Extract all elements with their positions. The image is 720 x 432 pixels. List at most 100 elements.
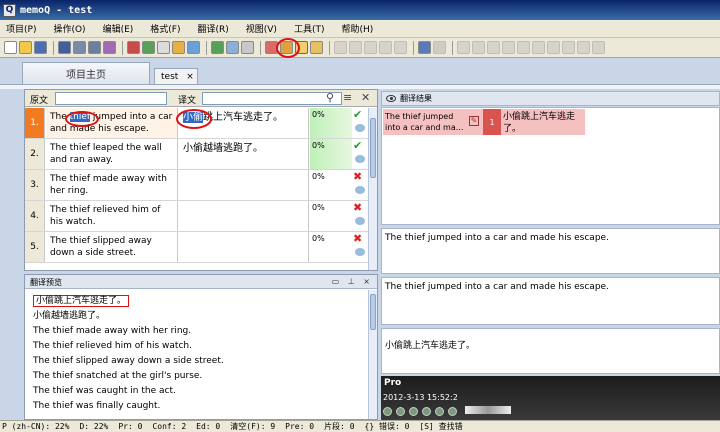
status-bar: P (zh-CN): 22% D: 22% Pr: 0 Conf: 2 Ed: … [0, 420, 720, 432]
segment-row-5[interactable]: 5. The thief slipped away down a side st… [25, 232, 370, 263]
confirm-all-icon[interactable] [310, 41, 323, 54]
menu-tools[interactable]: 工具(T) [294, 22, 325, 35]
tags-icon[interactable] [532, 41, 545, 54]
status-find-errors[interactable]: [S] 查找错 [419, 421, 462, 432]
comment-icon[interactable] [355, 155, 365, 163]
lock-icon[interactable] [577, 41, 590, 54]
segment-source[interactable]: The thief leaped the wall and ran away. [46, 139, 178, 169]
preview-line: The thief made away with her ring. [33, 326, 192, 336]
comment-icon[interactable] [355, 124, 365, 132]
menu-view[interactable]: 视图(V) [246, 22, 277, 35]
bold-icon[interactable] [487, 41, 500, 54]
pro-title: Pro [384, 378, 402, 388]
clear-icon[interactable] [562, 41, 575, 54]
segment-source[interactable]: The thief jumped into a car and made his… [46, 108, 178, 138]
filter-icon[interactable]: ⚲ [326, 92, 338, 104]
split-icon[interactable] [457, 41, 470, 54]
project-icon[interactable] [58, 41, 71, 54]
tab-project-home[interactable]: 项目主页 [22, 62, 150, 84]
media-button[interactable] [409, 407, 418, 416]
open-icon[interactable] [19, 41, 32, 54]
undo-icon[interactable] [418, 41, 431, 54]
find-icon[interactable] [394, 41, 407, 54]
comment-icon[interactable] [355, 217, 365, 225]
document-icon[interactable] [157, 41, 170, 54]
preview-scrollbar[interactable] [368, 290, 377, 419]
media-button[interactable] [435, 407, 444, 416]
media-button[interactable] [422, 407, 431, 416]
menu-project[interactable]: 项目(P) [6, 22, 36, 35]
grid-scrollbar[interactable] [368, 108, 377, 270]
status-errors[interactable]: {} 错误: 0 [365, 421, 410, 432]
translation-preview-panel: 翻译预览 ▭ ⊥ × 小偷跳上汽车逃走了。 小偷越墙逃跑了。 The thief… [24, 274, 378, 420]
segment-row-4[interactable]: 4. The thief relieved him of his watch. … [25, 201, 370, 232]
refresh-icon[interactable] [226, 41, 239, 54]
segment-target[interactable] [179, 232, 309, 262]
view-icon[interactable] [187, 41, 200, 54]
menu-help[interactable]: 帮助(H) [341, 22, 373, 35]
menu-translate[interactable]: 翻译(R) [197, 22, 228, 35]
toolbar-separator [260, 40, 261, 55]
insert-tag-icon[interactable] [547, 41, 560, 54]
segment-row-3[interactable]: 3. The thief made away with her ring. 0%… [25, 170, 370, 201]
analysis-icon[interactable] [142, 41, 155, 54]
panel-controls[interactable]: ▭ ⊥ × [332, 277, 373, 286]
clear-filter-icon[interactable]: ✕ [361, 92, 373, 104]
comment-icon[interactable] [355, 186, 365, 194]
export-icon[interactable] [88, 41, 101, 54]
statistics-icon[interactable] [127, 41, 140, 54]
copy-icon[interactable] [349, 41, 362, 54]
match-percent: 0% [312, 172, 325, 181]
comment-icon[interactable] [355, 248, 365, 256]
segment-number: 2. [25, 139, 45, 169]
segment-source[interactable]: The thief slipped away down a side stree… [46, 232, 178, 262]
translation-grid: 原文 译文 ⚲ ≡ ✕ 1. The thief jumped into a c… [24, 89, 378, 271]
grid-scroll-thumb[interactable] [370, 118, 376, 178]
tab-document-label: test [161, 71, 179, 82]
users-icon[interactable] [103, 41, 116, 54]
delete-icon[interactable] [379, 41, 392, 54]
confirmed-check-icon: ✔ [353, 139, 363, 152]
import-icon[interactable] [73, 41, 86, 54]
underline-icon[interactable] [517, 41, 530, 54]
save-icon[interactable] [34, 41, 47, 54]
menu-edit[interactable]: 编辑(E) [103, 22, 134, 35]
menu-format[interactable]: 格式(F) [150, 22, 180, 35]
join-icon[interactable] [472, 41, 485, 54]
segment-target[interactable] [179, 170, 309, 200]
source-detail-box: The thief jumped into a car and made his… [381, 228, 720, 274]
segment-source[interactable]: The thief relieved him of his watch. [46, 201, 178, 231]
paste-icon[interactable] [364, 41, 377, 54]
media-button[interactable] [383, 407, 392, 416]
source-filter-input[interactable] [55, 92, 167, 105]
redo-icon[interactable] [433, 41, 446, 54]
menu-operations[interactable]: 操作(O) [53, 22, 85, 35]
media-button[interactable] [396, 407, 405, 416]
settings-icon[interactable] [241, 41, 254, 54]
pretranslate-icon[interactable] [172, 41, 185, 54]
segment-target[interactable] [179, 201, 309, 231]
close-icon[interactable]: × [186, 72, 194, 82]
segment-source[interactable]: The thief made away with her ring. [46, 170, 178, 200]
segment-number: 3. [25, 170, 45, 200]
segment-target[interactable]: 小偷越墙逃跑了。 [179, 139, 309, 169]
tm-match-item[interactable]: The thief jumped into a car and ma... ✎ … [383, 109, 585, 135]
toolbar-separator [206, 40, 207, 55]
match-target: 小偷跳上汽车逃走了。 [503, 112, 576, 134]
memoq-app-icon[interactable]: Q [3, 3, 16, 17]
spellcheck-icon[interactable] [592, 41, 605, 54]
preview-title: 翻译预览 [30, 278, 62, 287]
window-title: memoQ - test [20, 4, 93, 16]
target-filter-input[interactable] [202, 92, 342, 105]
segment-row-2[interactable]: 2. The thief leaped the wall and ran awa… [25, 139, 370, 170]
sort-icon[interactable]: ≡ [343, 92, 355, 104]
preview-scroll-thumb[interactable] [370, 294, 376, 330]
eye-icon[interactable] [386, 95, 396, 102]
print-icon[interactable] [211, 41, 224, 54]
media-button[interactable] [448, 407, 457, 416]
italic-icon[interactable] [502, 41, 515, 54]
tab-document[interactable]: test × [154, 68, 198, 84]
cut-icon[interactable] [334, 41, 347, 54]
new-icon[interactable] [4, 41, 17, 54]
target-detail-box: 小偷跳上汽车逃走了。 [381, 328, 720, 374]
